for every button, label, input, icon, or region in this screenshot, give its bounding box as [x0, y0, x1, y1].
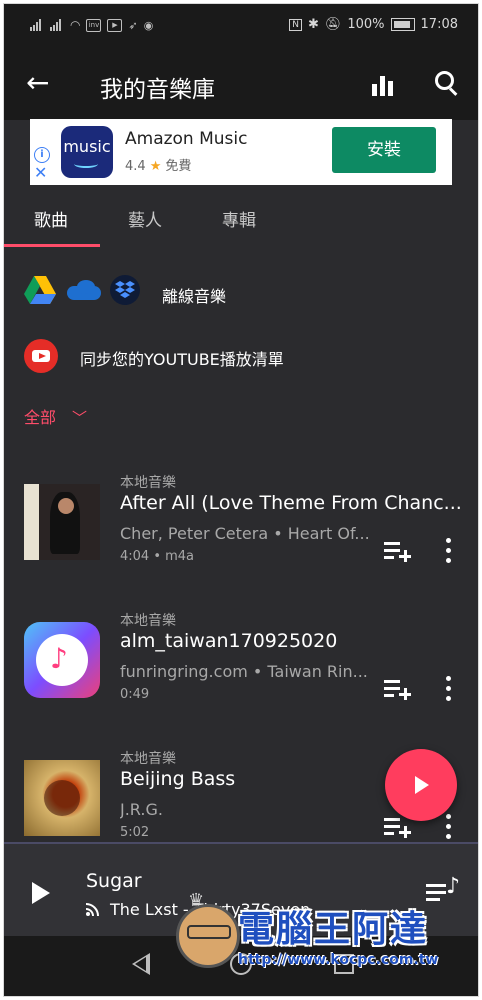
add-to-queue-icon[interactable]: [384, 816, 412, 840]
song-row[interactable]: ♪ 本地音樂 alm_taiwan170925020 funringring.c…: [4, 604, 478, 724]
add-to-queue-icon[interactable]: [384, 540, 412, 564]
song-source: 本地音樂: [120, 613, 176, 629]
amazon-music-logo: music: [61, 126, 113, 178]
onedrive-icon: [67, 280, 101, 300]
signal-icon: [50, 19, 64, 31]
song-meta: 0:49: [120, 687, 150, 702]
song-title: After All (Love Theme From Chanc...: [120, 492, 460, 514]
clock: 17:08: [420, 17, 458, 32]
status-right-icons: N ✱ 🔕︎ 100% 17:08: [289, 17, 458, 32]
song-source: 本地音樂: [120, 751, 176, 767]
nav-back-icon[interactable]: [132, 953, 150, 975]
offline-music-label: 離線音樂: [162, 287, 227, 306]
signal-icon: [30, 19, 44, 31]
song-artist: J.R.G.: [120, 800, 163, 819]
more-options-icon[interactable]: [446, 814, 452, 840]
album-cover: [24, 760, 100, 836]
nfc-icon: N: [289, 18, 302, 31]
song-meta: 4:04 • m4a: [120, 549, 195, 564]
ad-close-icon[interactable]: ✕: [34, 165, 47, 181]
google-drive-icon: [24, 276, 56, 304]
nav-home-icon[interactable]: [230, 953, 252, 975]
bluetooth-icon: ✱: [307, 17, 319, 32]
song-artist: Cher, Peter Cetera • Heart Of...: [120, 524, 370, 543]
song-meta: 5:02: [120, 825, 150, 840]
status-bar: ◠ inv ▶ ➶ ◉ N ✱ 🔕︎ 100% 17:08: [4, 4, 478, 48]
filter-label: 全部: [24, 408, 57, 427]
song-artist: funringring.com • Taiwan Rin...: [120, 662, 368, 681]
now-playing-artist: The Lxst - Thirty37Seven: [110, 900, 311, 919]
ad-price: 免費: [165, 159, 192, 174]
ad-info-icon[interactable]: i: [34, 147, 50, 163]
chevron-down-icon: ﹀: [72, 409, 88, 427]
tab-songs[interactable]: 歌曲: [34, 206, 68, 231]
system-nav-bar: [4, 936, 478, 996]
app-bar: ← 我的音樂庫: [4, 48, 478, 120]
add-to-queue-icon[interactable]: [384, 678, 412, 702]
back-arrow-icon[interactable]: ←: [26, 68, 56, 98]
dropbox-icon: [110, 275, 140, 305]
rocket-icon: ➶: [128, 18, 138, 32]
album-cover: ♪: [24, 622, 100, 698]
now-playing-title: Sugar: [86, 870, 142, 892]
ad-banner[interactable]: i ✕ music Amazon Music 4.4 ★ 免費 安裝: [30, 119, 452, 185]
star-icon: ★: [149, 159, 162, 174]
youtube-icon: ▶: [107, 18, 123, 32]
youtube-icon: [24, 339, 58, 373]
page-title: 我的音樂庫: [100, 77, 215, 103]
offline-music-row[interactable]: 離線音樂: [4, 262, 478, 318]
song-row[interactable]: 本地音樂 After All (Love Theme From Chanc...…: [4, 466, 478, 586]
install-button[interactable]: 安裝: [332, 127, 436, 173]
phone-screen: ◠ inv ▶ ➶ ◉ N ✱ 🔕︎ 100% 17:08 ← 我的音樂庫 i …: [4, 4, 478, 996]
youtube-sync-label: 同步您的YOUTUBE播放清單: [80, 350, 284, 369]
song-title: alm_taiwan170925020: [120, 630, 338, 652]
queue-list-icon[interactable]: ♪: [426, 876, 460, 906]
messenger-icon: ◉: [143, 18, 154, 32]
cast-icon: [86, 903, 99, 916]
wifi-icon: ◠: [70, 18, 81, 32]
filter-dropdown[interactable]: 全部 ﹀: [24, 404, 87, 428]
status-left-icons: ◠ inv ▶ ➶ ◉: [30, 18, 153, 32]
song-source: 本地音樂: [120, 475, 176, 491]
shuffle-play-button[interactable]: [385, 749, 457, 821]
tab-bar: 歌曲 藝人 專輯: [4, 194, 478, 248]
ad-rating: 4.4 ★ 免費: [125, 155, 191, 174]
battery-icon: [390, 18, 415, 31]
mute-icon: 🔕︎: [324, 17, 342, 32]
more-options-icon[interactable]: [446, 538, 452, 564]
search-icon[interactable]: [434, 70, 460, 96]
app-badge-icon: inv: [86, 18, 102, 32]
tab-artists[interactable]: 藝人: [128, 206, 162, 231]
mini-player[interactable]: Sugar The Lxst - Thirty37Seven ♪: [4, 842, 478, 936]
youtube-sync-row[interactable]: 同步您的YOUTUBE播放清單: [4, 328, 478, 384]
equalizer-icon[interactable]: [372, 76, 394, 96]
battery-percent: 100%: [347, 17, 385, 32]
album-cover: [24, 484, 100, 560]
tab-albums[interactable]: 專輯: [222, 206, 256, 231]
play-icon[interactable]: [32, 882, 50, 904]
logo-smile-icon: [74, 160, 98, 168]
more-options-icon[interactable]: [446, 676, 452, 702]
now-playing-subtitle: The Lxst - Thirty37Seven: [86, 900, 310, 919]
rating-value: 4.4: [125, 159, 146, 174]
nav-recents-icon[interactable]: [334, 954, 354, 974]
tab-indicator: [4, 244, 100, 247]
ad-app-name: Amazon Music: [125, 129, 248, 149]
